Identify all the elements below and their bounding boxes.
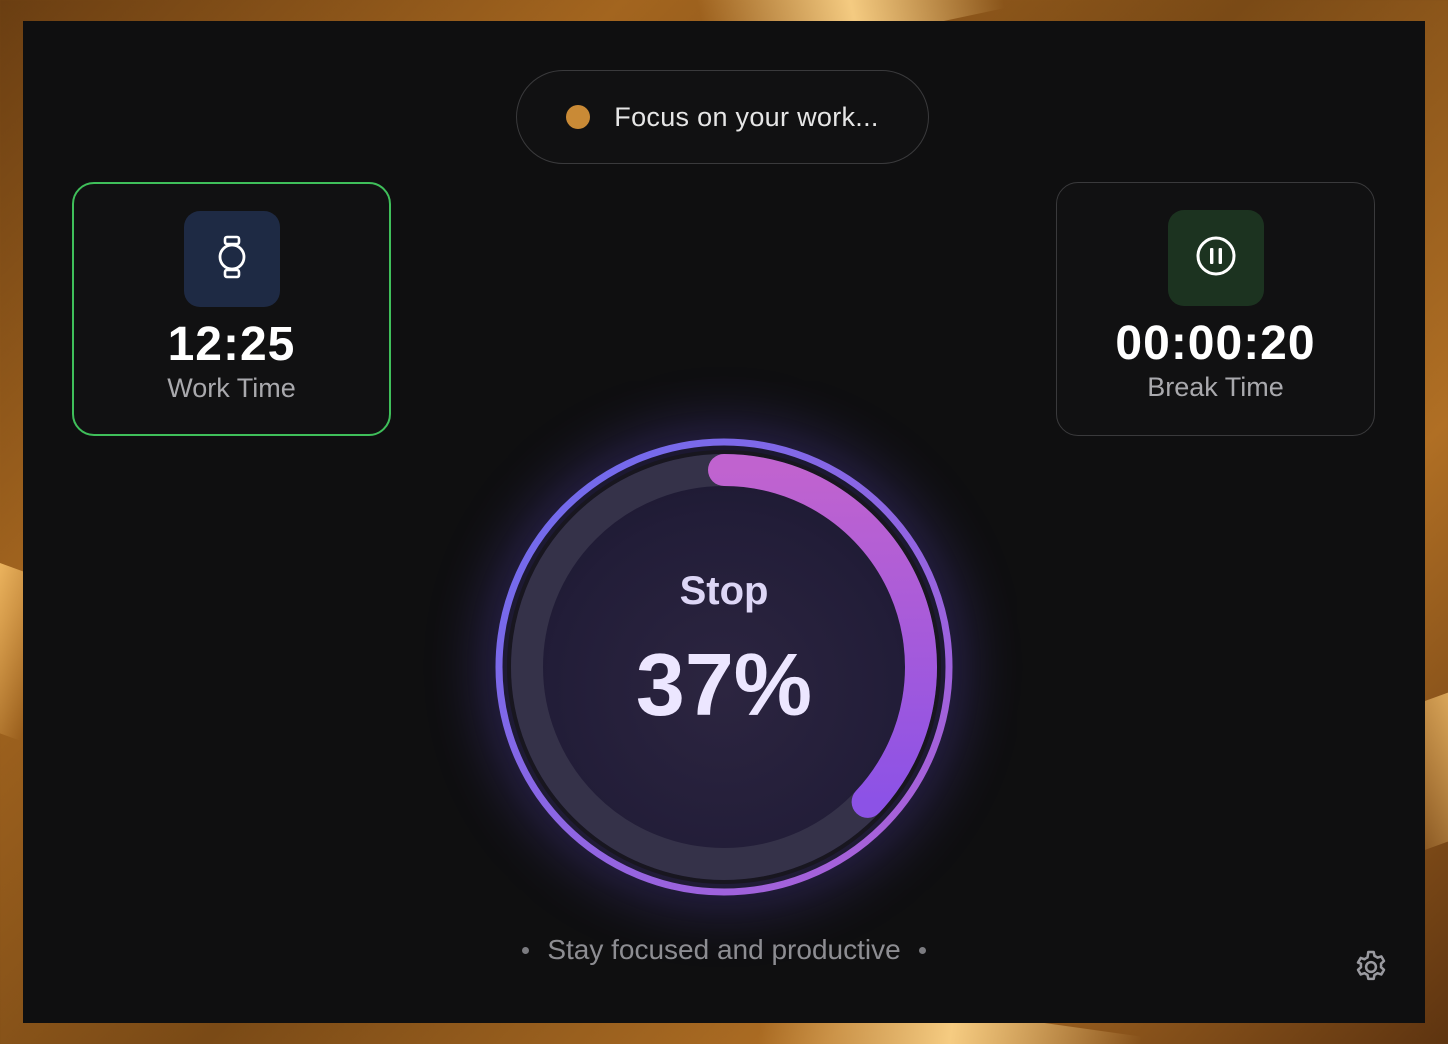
- pomodoro-app-window: Focus on your work... 12:25 Work Time 00…: [23, 21, 1425, 1023]
- break-time-value: 00:00:20: [1115, 317, 1316, 370]
- status-pill: Focus on your work...: [516, 70, 929, 164]
- status-dot: [566, 105, 591, 129]
- progress-percent: 37%: [635, 635, 813, 734]
- work-time-label: Work Time: [167, 373, 296, 403]
- break-time-card[interactable]: 00:00:20 Break Time: [1056, 182, 1375, 436]
- progress-ring-button[interactable]: Stop 37%: [472, 415, 976, 919]
- tagline-bullet-left: [522, 946, 530, 954]
- tagline-text: Stay focused and productive: [547, 934, 901, 965]
- stop-label: Stop: [679, 569, 769, 613]
- status-text: Focus on your work...: [614, 101, 879, 132]
- gear-icon: [1352, 948, 1390, 991]
- break-icon-tile: [1167, 210, 1264, 306]
- tagline-bullet-right: [918, 946, 926, 954]
- work-time-value: 12:25: [167, 318, 296, 371]
- work-icon-tile: [183, 211, 280, 307]
- settings-button[interactable]: [1350, 948, 1392, 990]
- watch-icon: [215, 235, 249, 284]
- tagline: Stay focused and productive: [23, 934, 1425, 966]
- work-time-card[interactable]: 12:25 Work Time: [72, 182, 391, 436]
- pause-circle-icon: [1194, 234, 1238, 283]
- break-time-label: Break Time: [1147, 372, 1284, 402]
